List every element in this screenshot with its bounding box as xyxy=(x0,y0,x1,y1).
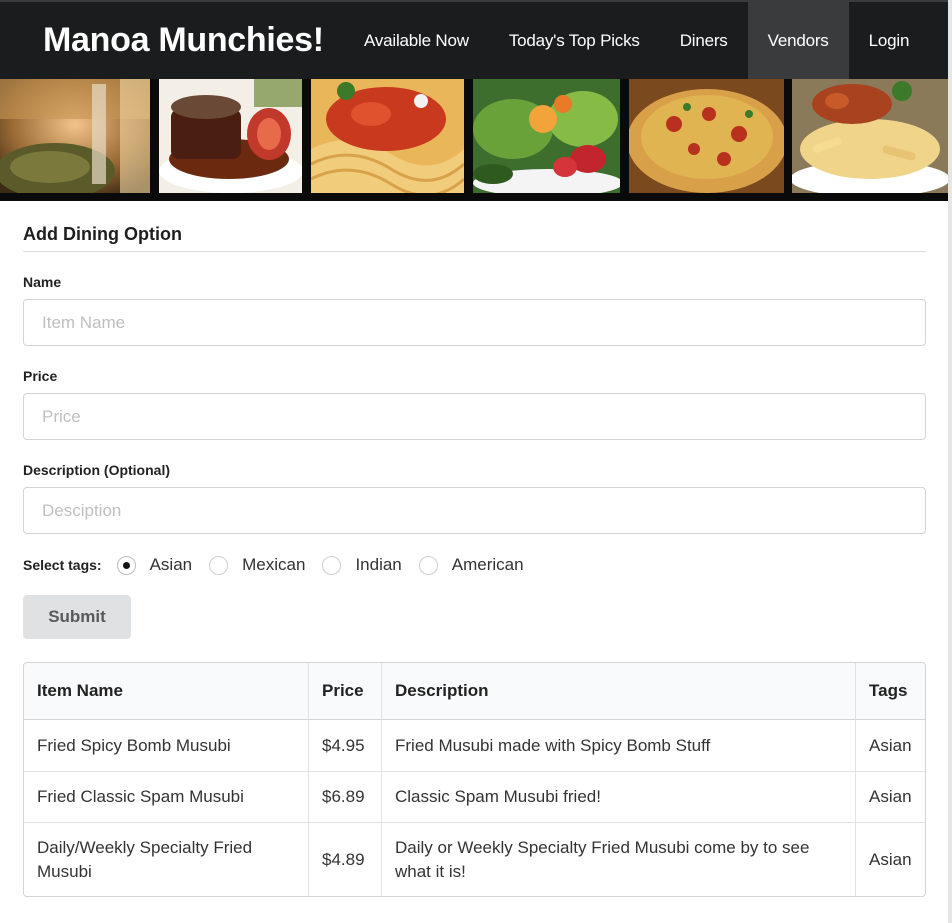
radio-label-asian[interactable]: Asian xyxy=(150,555,193,575)
name-field[interactable] xyxy=(23,299,926,346)
tag-option-american[interactable]: American xyxy=(418,555,524,575)
cell-item-name: Daily/Weekly Specialty Fried Musubi xyxy=(24,822,308,896)
nav-item-diners[interactable]: Diners xyxy=(660,2,748,79)
name-input[interactable] xyxy=(42,312,925,333)
brand-title[interactable]: Manoa Munchies! xyxy=(43,21,343,60)
tags-label: Select tags: xyxy=(23,557,102,573)
steak-photo xyxy=(159,79,302,193)
food-banner xyxy=(0,79,948,201)
cell-tags: Asian xyxy=(855,822,925,896)
cell-item-name: Fried Classic Spam Musubi xyxy=(24,771,308,822)
nav-item-top-picks[interactable]: Today's Top Picks xyxy=(489,2,660,79)
cell-description: Classic Spam Musubi fried! xyxy=(381,771,855,822)
salad-photo xyxy=(473,79,620,193)
col-tags: Tags xyxy=(855,663,925,720)
col-description: Description xyxy=(381,663,855,720)
dining-options-table: Item Name Price Description Tags Fried S… xyxy=(23,662,926,897)
price-input[interactable] xyxy=(42,406,925,427)
form-title: Add Dining Option xyxy=(23,201,926,252)
cell-tags: Asian xyxy=(855,720,925,771)
name-label: Name xyxy=(23,274,62,290)
cell-price: $6.89 xyxy=(308,771,381,822)
pizza-photo xyxy=(629,79,784,193)
description-input[interactable] xyxy=(42,500,925,521)
top-navbar: Manoa Munchies! Available Now Today's To… xyxy=(0,0,948,79)
radio-asian[interactable] xyxy=(116,555,136,575)
table-row: Daily/Weekly Specialty Fried Musubi $4.8… xyxy=(24,822,925,896)
tag-option-mexican[interactable]: Mexican xyxy=(209,555,305,575)
radio-mexican[interactable] xyxy=(209,555,229,575)
radio-american[interactable] xyxy=(418,555,438,575)
radio-indian[interactable] xyxy=(322,555,342,575)
cell-price: $4.95 xyxy=(308,720,381,771)
description-label: Description (Optional) xyxy=(23,462,170,478)
wine-glass-photo xyxy=(0,79,150,193)
nav-menu: Available Now Today's Top Picks Diners V… xyxy=(344,2,929,79)
penne-photo xyxy=(792,79,948,193)
col-price: Price xyxy=(308,663,381,720)
cell-price: $4.89 xyxy=(308,822,381,896)
radio-label-indian[interactable]: Indian xyxy=(355,555,401,575)
radio-label-american[interactable]: American xyxy=(452,555,524,575)
nav-item-vendors[interactable]: Vendors xyxy=(747,2,849,79)
cell-item-name: Fried Spicy Bomb Musubi xyxy=(37,735,231,755)
tag-option-asian[interactable]: Asian xyxy=(116,555,193,575)
nav-item-available-now[interactable]: Available Now xyxy=(344,2,489,79)
cell-tags: Asian xyxy=(855,771,925,822)
window-scroll-edge xyxy=(948,0,952,923)
add-dining-form: Add Dining Option Name Price Description… xyxy=(23,201,926,639)
cell-description: Daily or Weekly Specialty Fried Musubi c… xyxy=(381,822,855,896)
radio-label-mexican[interactable]: Mexican xyxy=(242,555,305,575)
price-label: Price xyxy=(23,368,58,384)
description-field[interactable] xyxy=(23,487,926,534)
table-row: Fried Classic Spam Musubi $6.89 Classic … xyxy=(24,771,925,822)
tag-option-indian[interactable]: Indian xyxy=(322,555,402,575)
table-header-row: Item Name Price Description Tags xyxy=(24,663,925,720)
col-item-name: Item Name xyxy=(24,663,308,720)
nav-item-login[interactable]: Login xyxy=(849,2,930,79)
submit-button[interactable]: Submit xyxy=(23,595,131,639)
table-row: Fried Spicy Bomb Musubi $4.95 Fried Musu… xyxy=(24,720,925,771)
price-field[interactable] xyxy=(23,393,926,440)
spaghetti-photo xyxy=(311,79,464,193)
cell-description: Fried Musubi made with Spicy Bomb Stuff xyxy=(381,720,855,771)
tags-row: Select tags: Asian Mexican Indian Americ… xyxy=(23,555,926,575)
